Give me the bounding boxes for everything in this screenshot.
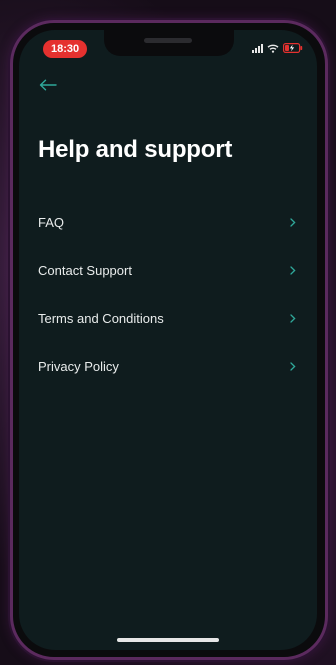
signal-icon [252,43,263,53]
menu-item-label: Privacy Policy [38,358,119,374]
chevron-right-icon [290,313,296,323]
chevron-right-icon [290,217,296,227]
menu-item-label: Contact Support [38,262,132,278]
status-icons [252,43,303,53]
back-button[interactable] [35,74,61,96]
menu-item-label: FAQ [38,214,65,230]
status-time: 18:30 [43,40,88,58]
chevron-right-icon [290,361,296,371]
notch [104,30,234,56]
page-title: Help and support [38,136,233,163]
arrow-left-icon [39,79,57,91]
speaker-grille [144,38,192,43]
battery-charging-icon [283,43,303,53]
menu-item-privacy-policy[interactable]: Privacy Policy [38,342,296,390]
home-indicator[interactable] [117,638,219,642]
menu-item-label: Terms and Conditions [38,310,164,326]
chevron-right-icon [290,265,296,275]
menu-item-faq[interactable]: FAQ [38,198,296,246]
menu-item-contact-support[interactable]: Contact Support [38,246,296,294]
wifi-icon [267,44,279,53]
help-menu-list: FAQ Contact Support Terms and Conditions… [38,198,296,390]
app-screen: 18:30 Help and support FAQ Contact Suppo… [19,30,317,650]
menu-item-terms-and-conditions[interactable]: Terms and Conditions [38,294,296,342]
